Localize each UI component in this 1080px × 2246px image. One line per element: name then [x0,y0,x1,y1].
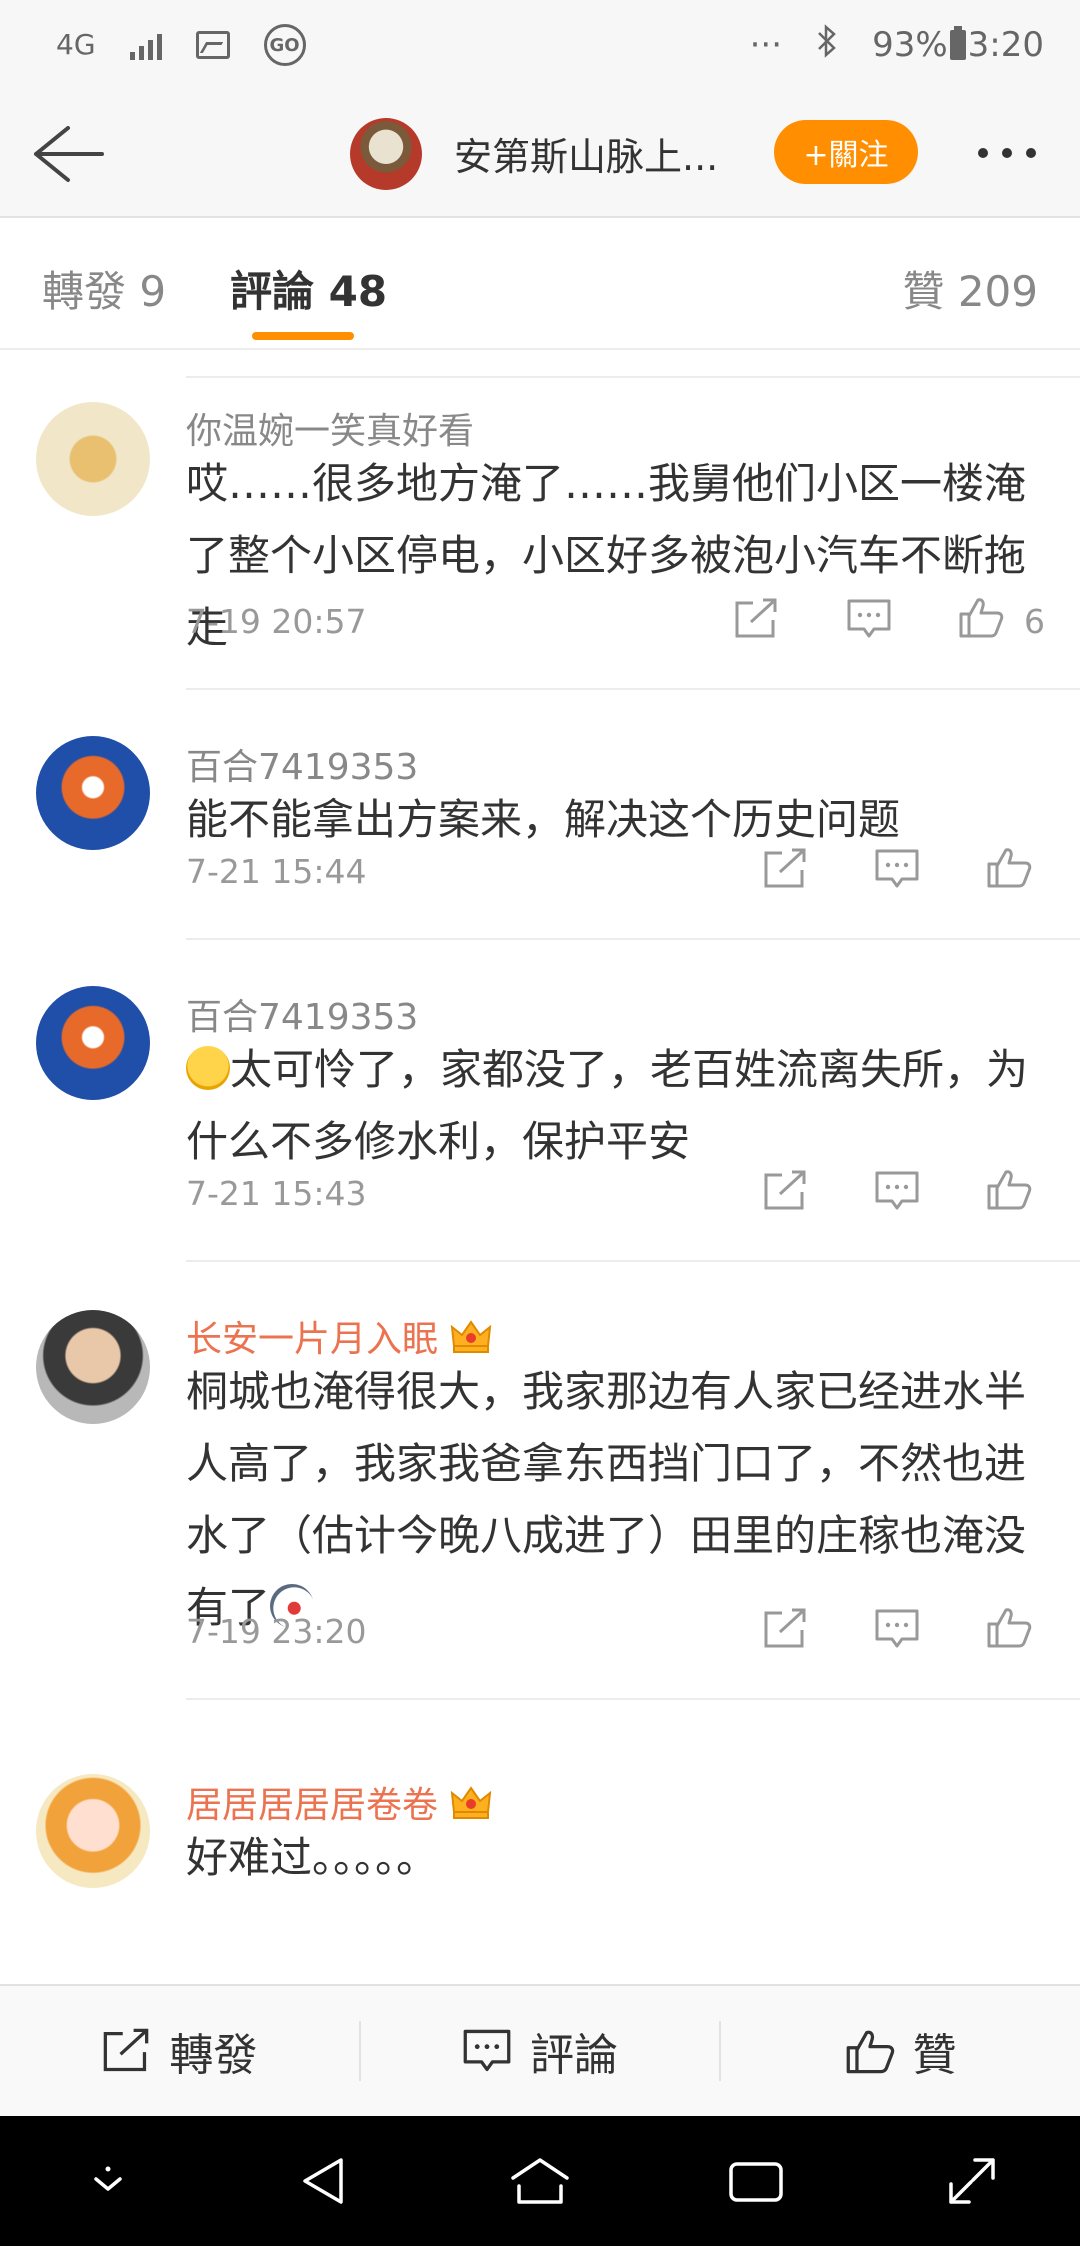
back-button[interactable] [28,122,108,186]
system-nav-bar [0,2116,1080,2246]
comment-text: 太可怜了，家都没了，老百姓流离失所，为什么不多修水利，保护平安 [186,1045,1029,1166]
comment-username-vip[interactable]: 居居居居居卷卷 [186,1776,492,1828]
share-icon[interactable] [762,1608,808,1650]
comment-text-container: 太可怜了，家都没了，老百姓流离失所，为什么不多修水利，保护平安 [186,1034,1046,1178]
nav-bar: 安第斯山脉上... +關注 [0,90,1080,218]
like-icon[interactable] [986,1168,1032,1210]
bottom-action-bar: 轉發 評論 贊 [0,1984,1080,2116]
reply-icon[interactable] [874,1170,920,1212]
comment-time: 7-19 20:57 [186,602,367,641]
chevron-down-icon [94,2166,122,2191]
like-icon[interactable] [958,596,1004,638]
status-left: 4G GO [56,24,306,66]
active-tab-indicator [252,332,354,340]
comment-username[interactable]: 你温婉一笑真好看 [186,402,474,454]
comment-text: 桐城也淹得很大，我家那边有人家已经进水半人高了，我家我爸拿东西挡门口了，不然也进… [186,1367,1027,1632]
comment-time: 7-21 15:44 [186,852,367,891]
comment-username: 长安一片月入眠 [186,1319,439,1360]
status-right: ··· 93% 3:20 [749,23,1044,67]
tab-likes[interactable]: 贊 209 [902,258,1038,319]
author-avatar[interactable] [350,118,422,190]
comment-button[interactable]: 評論 [361,1986,720,2116]
nav-back-button[interactable] [289,2146,359,2216]
tab-comments[interactable]: 評論 48 [230,258,387,319]
avatar[interactable] [36,736,150,850]
tab-repost[interactable]: 轉發 9 [42,258,166,319]
signal-icon [129,30,162,60]
comment-icon [463,2029,511,2072]
triangle-back-icon [303,2158,343,2204]
like-icon [846,2030,894,2074]
divider [186,688,1080,690]
battery-icon [949,26,966,60]
share-icon[interactable] [762,848,808,890]
repost-button[interactable]: 轉發 [0,1986,359,2116]
comment-text: 好难过。。。。。 [186,1833,439,1882]
go-notification-icon: GO [263,24,306,66]
comment-text-container: 桐城也淹得很大，我家那边有人家已经进水半人高了，我家我爸拿东西挡门口了，不然也进… [186,1356,1046,1644]
comment-text: 能不能拿出方案来，解决这个历史问题 [186,795,901,844]
repost-label: 轉發 [169,2030,258,2081]
follow-button[interactable]: +關注 [774,120,918,184]
more-options-button[interactable] [978,138,1048,168]
vip-crown-icon [450,1320,492,1353]
like-label: 贊 [912,2030,957,2081]
comment-username[interactable]: 百合7419353 [186,988,418,1040]
avatar[interactable] [36,1774,150,1888]
recents-icon [729,2162,783,2202]
reply-icon[interactable] [846,598,892,640]
divider [186,1260,1080,1262]
share-icon[interactable] [762,1170,808,1212]
vip-crown-icon [450,1786,492,1819]
avatar[interactable] [36,402,150,516]
author-name[interactable]: 安第斯山脉上... [454,126,718,181]
comment-label: 評論 [530,2030,618,2081]
nav-expand-button[interactable] [937,2146,1007,2216]
status-bar: 4G GO ··· 93% 3:20 [0,0,1080,90]
expand-icon [949,2158,995,2204]
nav-recents-button[interactable] [721,2146,791,2216]
battery-percent: 93% [872,25,948,65]
share-icon[interactable] [733,598,779,640]
avatar[interactable] [36,986,150,1100]
home-icon [511,2158,569,2204]
nav-home-button[interactable] [505,2146,575,2216]
bluetooth-icon [816,23,838,67]
like-count: 6 [1024,602,1045,641]
comment-list[interactable]: 你温婉一笑真好看 哎……很多地方淹了……我舅他们小区一楼淹了整个小区停电，小区好… [0,352,1080,1984]
like-button[interactable]: 贊 [721,1986,1080,2116]
network-indicator: 4G [56,28,96,61]
clock: 3:20 [967,25,1044,65]
reply-icon[interactable] [874,1608,920,1650]
tab-bar: 轉發 9 評論 48 贊 209 [0,218,1080,350]
divider [186,376,1080,378]
more-status-icon: ··· [749,25,783,65]
gallery-notification-icon [195,31,230,59]
comment-username: 居居居居居卷卷 [186,1785,439,1826]
share-icon [104,2028,149,2072]
hide-nav-button[interactable] [73,2146,143,2216]
divider [186,938,1080,940]
crying-emoji-icon [186,1046,230,1090]
avatar[interactable] [36,1310,150,1424]
like-icon[interactable] [986,1606,1032,1648]
comment-time: 7-19 23:20 [186,1612,367,1651]
divider [186,1698,1080,1700]
like-icon[interactable] [986,846,1032,888]
reply-icon[interactable] [874,848,920,890]
comment-username-vip[interactable]: 长安一片月入眠 [186,1310,492,1362]
back-arrow-icon [34,126,104,182]
comment-username[interactable]: 百合7419353 [186,738,418,790]
comment-time: 7-21 15:43 [186,1174,367,1213]
